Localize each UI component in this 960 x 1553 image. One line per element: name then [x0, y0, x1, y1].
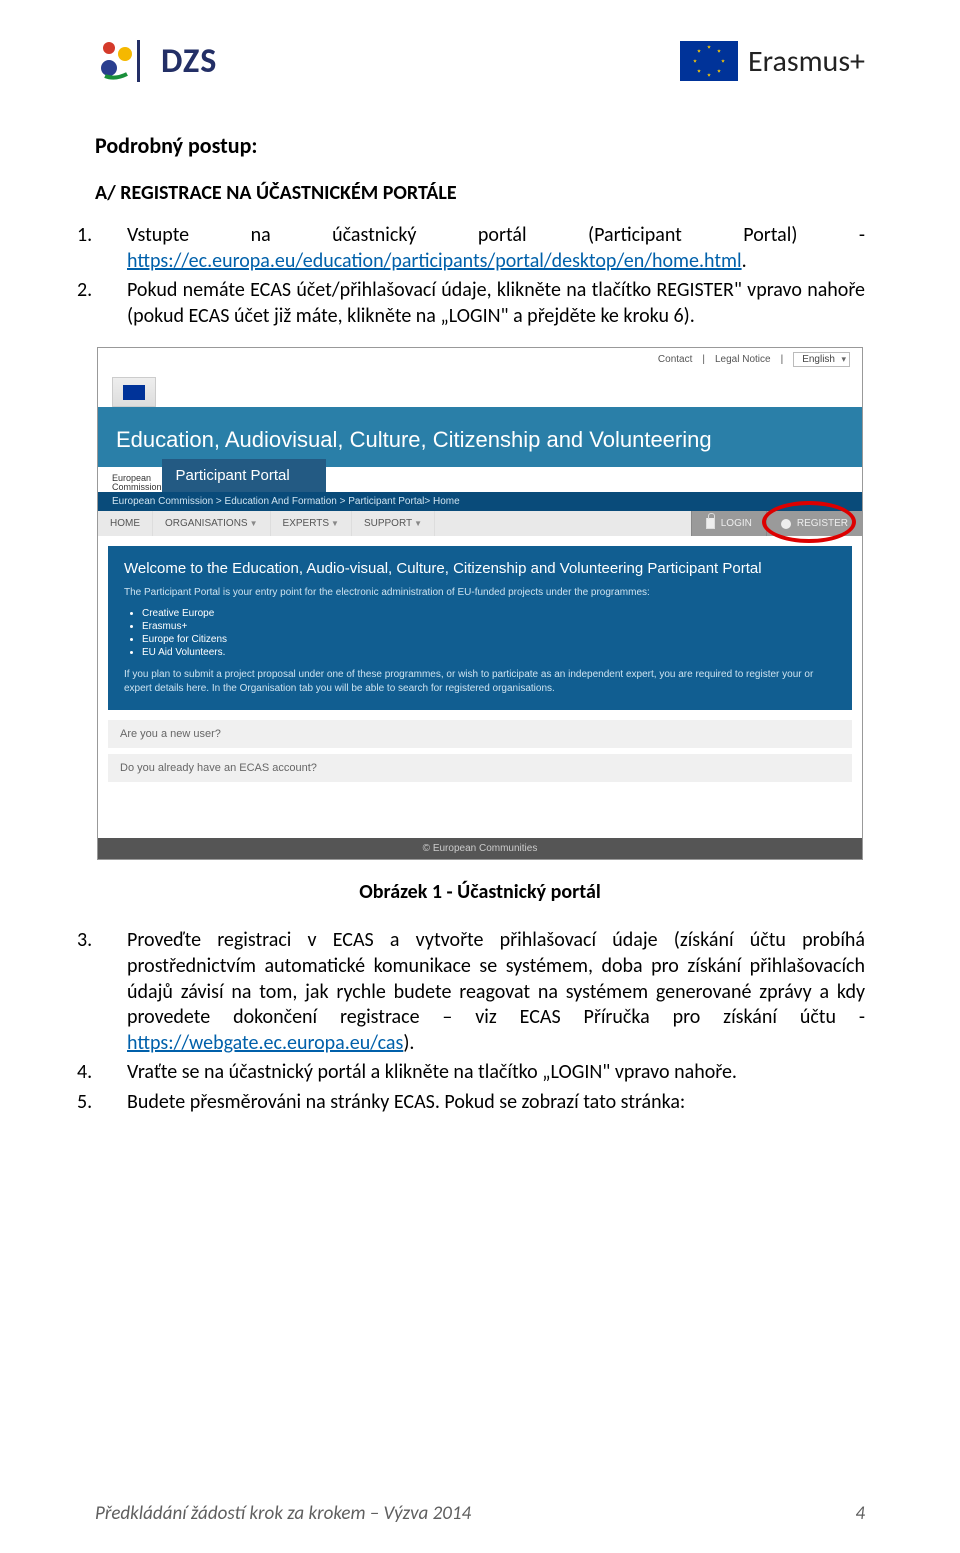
- ec-flag-icon: [112, 377, 156, 407]
- shot-title-band: Education, Audiovisual, Culture, Citizen…: [98, 407, 862, 467]
- shot-hero-title: Welcome to the Education, Audio-visual, …: [124, 560, 836, 577]
- shot-hero-foot: If you plan to submit a project proposal…: [124, 668, 836, 696]
- shot-row-ecas[interactable]: Do you already have an ECAS account?: [108, 754, 852, 782]
- eu-flag-icon: [680, 41, 738, 81]
- erasmus-text: Erasmus+: [748, 43, 865, 80]
- ecas-link[interactable]: https://webgate.ec.europa.eu/cas: [127, 1031, 403, 1055]
- page-title: Podrobný postup:: [95, 132, 865, 159]
- shot-legal-link[interactable]: Legal Notice: [715, 354, 771, 365]
- shot-menu-home[interactable]: HOME: [98, 511, 153, 536]
- shot-hero: Welcome to the Education, Audio-visual, …: [108, 546, 852, 710]
- shot-topbar: Contact | Legal Notice | English: [98, 348, 862, 371]
- section-a-heading: A/ REGISTRACE NA ÚČASTNICKÉM PORTÁLE: [95, 181, 865, 205]
- shot-register-button[interactable]: REGISTER: [766, 511, 862, 536]
- footer-left: Předkládání žádostí krok za krokem – Výz…: [95, 1502, 471, 1525]
- shot-contact-link[interactable]: Contact: [658, 354, 692, 365]
- user-icon: [781, 519, 791, 529]
- dzs-badge-icon: [95, 40, 137, 82]
- shot-menu-organisations[interactable]: ORGANISATIONS▼: [153, 511, 271, 536]
- step-4: 4.Vraťte se na účastnický portál a klikn…: [127, 1060, 865, 1086]
- participant-portal-screenshot: Contact | Legal Notice | English Educati…: [97, 347, 863, 860]
- shot-subtitle: Participant Portal: [162, 459, 326, 492]
- shot-login-button[interactable]: LOGIN: [691, 511, 766, 536]
- figure-1-caption: Obrázek 1 - Účastnický portál: [95, 880, 865, 904]
- participant-portal-link[interactable]: https://ec.europa.eu/education/participa…: [127, 249, 742, 273]
- steps-top-list: 1.Vstupte na účastnický portál (Particip…: [95, 223, 865, 329]
- shot-menu-support[interactable]: SUPPORT▼: [352, 511, 435, 536]
- erasmus-logo: Erasmus+: [680, 41, 865, 81]
- shot-menu-experts[interactable]: EXPERTS▼: [271, 511, 352, 536]
- shot-row-newuser[interactable]: Are you a new user?: [108, 720, 852, 748]
- footer-page-number: 4: [855, 1502, 865, 1525]
- lock-icon: [706, 518, 715, 529]
- shot-hero-sub: The Participant Portal is your entry poi…: [124, 587, 836, 598]
- step-3: 3.Proveďte registraci v ECAS a vytvořte …: [127, 928, 865, 1056]
- shot-lang-select[interactable]: English: [793, 352, 850, 367]
- step-5: 5.Budete přesměrováni na stránky ECAS. P…: [127, 1090, 865, 1116]
- dzs-logo: DZS: [95, 40, 217, 82]
- shot-footer: © European Communities: [98, 838, 862, 859]
- steps-bottom-list: 3.Proveďte registraci v ECAS a vytvořte …: [95, 928, 865, 1115]
- shot-ec-label: EuropeanCommission: [98, 474, 162, 492]
- page-header: DZS Erasmus+: [95, 40, 865, 82]
- step-2: 2.Pokud nemáte ECAS účet/přihlašovací úd…: [127, 278, 865, 329]
- step-1: 1.Vstupte na účastnický portál (Particip…: [127, 223, 865, 274]
- shot-ec-logo: [98, 371, 862, 407]
- page-footer: Předkládání žádostí krok za krokem – Výz…: [95, 1502, 865, 1525]
- shot-hero-list: Creative Europe Erasmus+ Europe for Citi…: [124, 608, 836, 658]
- shot-menubar: HOME ORGANISATIONS▼ EXPERTS▼ SUPPORT▼ LO…: [98, 511, 862, 536]
- shot-breadcrumb: European Commission > Education And Form…: [98, 492, 862, 511]
- dzs-text: DZS: [161, 41, 217, 82]
- figure-1-wrap: Contact | Legal Notice | English Educati…: [95, 347, 865, 860]
